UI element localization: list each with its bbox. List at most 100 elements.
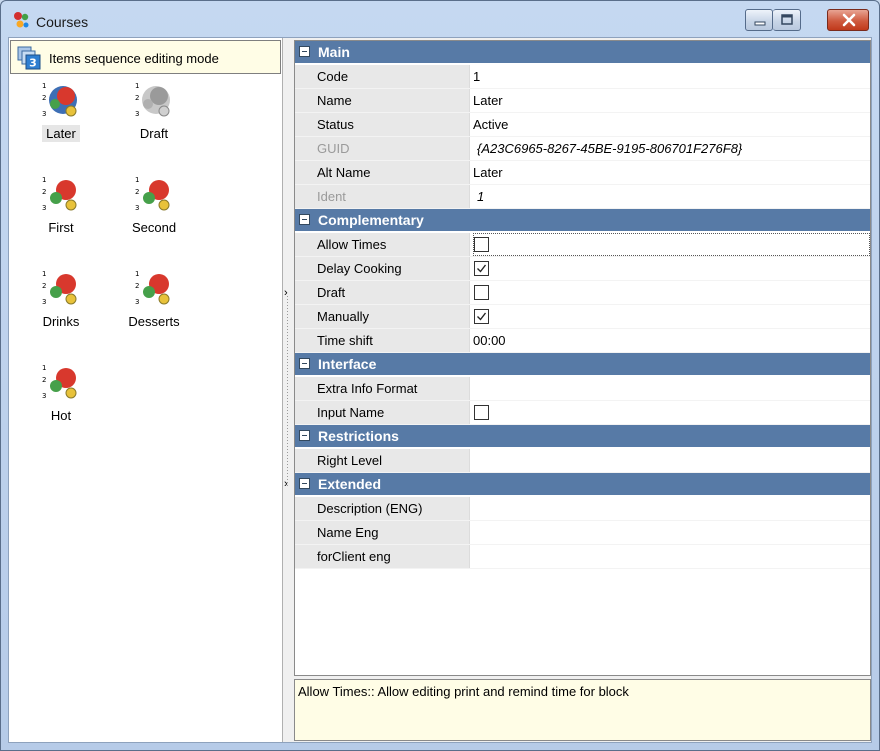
property-name: Name	[295, 89, 470, 112]
status-value[interactable]: Active	[473, 113, 870, 136]
property-name: Code	[295, 65, 470, 88]
time-shift-value[interactable]: 00:00	[473, 329, 870, 352]
minimize-button[interactable]	[745, 9, 773, 31]
category-main[interactable]: Main	[295, 41, 870, 63]
course-label: Desserts	[128, 314, 180, 329]
alt-name-value[interactable]: Later	[473, 161, 870, 184]
property-row-right-level[interactable]: Right Level	[295, 449, 870, 473]
help-panel: Allow Times:: Allow editing print and re…	[294, 679, 871, 741]
splitter-collapse-icon[interactable]: ›	[284, 478, 288, 490]
properties-panel: Main Code 1 Name Later Status Active GUI…	[293, 38, 871, 742]
category-interface[interactable]: Interface	[295, 353, 870, 375]
panel-splitter[interactable]: › ›	[283, 38, 293, 742]
category-restrictions[interactable]: Restrictions	[295, 425, 870, 447]
property-name: Extra Info Format	[295, 377, 470, 400]
svg-text:2: 2	[42, 282, 46, 290]
mode-banner: 3 Items sequence editing mode	[10, 40, 281, 74]
client-area: 3 Items sequence editing mode 1 2 3 Late…	[8, 37, 872, 743]
maximize-button[interactable]	[773, 9, 801, 31]
property-row-name-eng[interactable]: Name Eng	[295, 521, 870, 545]
checkmark-icon	[477, 312, 487, 321]
property-name: Manually	[295, 305, 470, 328]
input-name-checkbox[interactable]	[474, 405, 489, 420]
course-label: Hot	[50, 408, 72, 423]
property-row-delay-cooking[interactable]: Delay Cooking	[295, 257, 870, 281]
svg-text:1: 1	[135, 176, 139, 184]
svg-text:3: 3	[135, 204, 139, 212]
course-label: Drinks	[42, 314, 80, 329]
name-value[interactable]: Later	[473, 89, 870, 112]
delay-cooking-cell[interactable]	[473, 257, 870, 280]
property-row-name[interactable]: Name Later	[295, 89, 870, 113]
allow-times-cell[interactable]	[473, 233, 870, 256]
right-level-value[interactable]	[473, 449, 870, 472]
course-item-second[interactable]: 1 2 3 Second	[106, 174, 198, 254]
help-text: Allow Times:: Allow editing print and re…	[298, 684, 629, 699]
code-value[interactable]: 1	[473, 65, 870, 88]
property-grid: Main Code 1 Name Later Status Active GUI…	[294, 40, 871, 676]
collapse-icon[interactable]	[299, 46, 310, 57]
svg-text:2: 2	[135, 94, 139, 102]
svg-text:1: 1	[42, 176, 46, 184]
allow-times-checkbox[interactable]	[474, 237, 489, 252]
course-active-icon: 1 2 3	[42, 364, 77, 400]
course-active-icon: 1 2 3	[135, 176, 170, 212]
property-row-status[interactable]: Status Active	[295, 113, 870, 137]
svg-text:1: 1	[135, 270, 139, 278]
manually-checkbox[interactable]	[474, 309, 489, 324]
delay-cooking-checkbox[interactable]	[474, 261, 489, 276]
draft-checkbox[interactable]	[474, 285, 489, 300]
name-eng-value[interactable]	[473, 521, 870, 544]
splitter-grip	[287, 296, 288, 486]
property-name: forClient eng	[295, 545, 470, 568]
property-name: Delay Cooking	[295, 257, 470, 280]
property-name: Description (ENG)	[295, 497, 470, 520]
title-bar[interactable]: Courses	[1, 1, 879, 37]
extra-info-format-value[interactable]	[473, 377, 870, 400]
property-row-extra-info-format[interactable]: Extra Info Format	[295, 377, 870, 401]
property-row-time-shift[interactable]: Time shift 00:00	[295, 329, 870, 353]
mode-banner-text: Items sequence editing mode	[49, 51, 219, 66]
courses-list-panel: 3 Items sequence editing mode 1 2 3 Late…	[9, 38, 283, 742]
property-row-alt-name[interactable]: Alt Name Later	[295, 161, 870, 185]
svg-text:3: 3	[42, 298, 46, 306]
collapse-icon[interactable]	[299, 478, 310, 489]
draft-cell[interactable]	[473, 281, 870, 304]
close-button[interactable]	[827, 9, 869, 31]
course-item-drinks[interactable]: 1 2 3 Drinks	[13, 268, 105, 348]
property-row-draft[interactable]: Draft	[295, 281, 870, 305]
svg-text:1: 1	[135, 82, 139, 90]
course-item-desserts[interactable]: 1 2 3 Desserts	[106, 268, 198, 348]
property-name: Draft	[295, 281, 470, 304]
collapse-icon[interactable]	[299, 358, 310, 369]
category-extended[interactable]: Extended	[295, 473, 870, 495]
course-item-draft[interactable]: 1 2 3 Draft	[106, 80, 198, 160]
property-row-description-eng[interactable]: Description (ENG)	[295, 497, 870, 521]
ident-value: 1	[473, 185, 870, 208]
property-row-code[interactable]: Code 1	[295, 65, 870, 89]
collapse-icon[interactable]	[299, 214, 310, 225]
course-item-later[interactable]: 1 2 3 Later	[13, 80, 105, 160]
collapse-icon[interactable]	[299, 430, 310, 441]
property-name: Name Eng	[295, 521, 470, 544]
property-name: Status	[295, 113, 470, 136]
svg-text:2: 2	[135, 188, 139, 196]
course-active-icon: 1 2 3	[42, 270, 77, 306]
property-row-input-name[interactable]: Input Name	[295, 401, 870, 425]
svg-text:3: 3	[42, 204, 46, 212]
property-row-manually[interactable]: Manually	[295, 305, 870, 329]
input-name-cell[interactable]	[473, 401, 870, 424]
course-item-first[interactable]: 1 2 3 First	[13, 174, 105, 254]
svg-text:1: 1	[42, 364, 46, 372]
course-active-icon: 1 2 3	[135, 270, 170, 306]
course-label: Draft	[139, 126, 169, 141]
property-row-forclient-eng[interactable]: forClient eng	[295, 545, 870, 569]
category-complementary[interactable]: Complementary	[295, 209, 870, 231]
description-eng-value[interactable]	[473, 497, 870, 520]
manually-cell[interactable]	[473, 305, 870, 328]
property-row-allow-times[interactable]: Allow Times	[295, 233, 870, 257]
svg-text:2: 2	[42, 188, 46, 196]
course-item-hot[interactable]: 1 2 3 Hot	[13, 362, 105, 442]
forclient-eng-value[interactable]	[473, 545, 870, 568]
svg-text:1: 1	[42, 82, 46, 90]
